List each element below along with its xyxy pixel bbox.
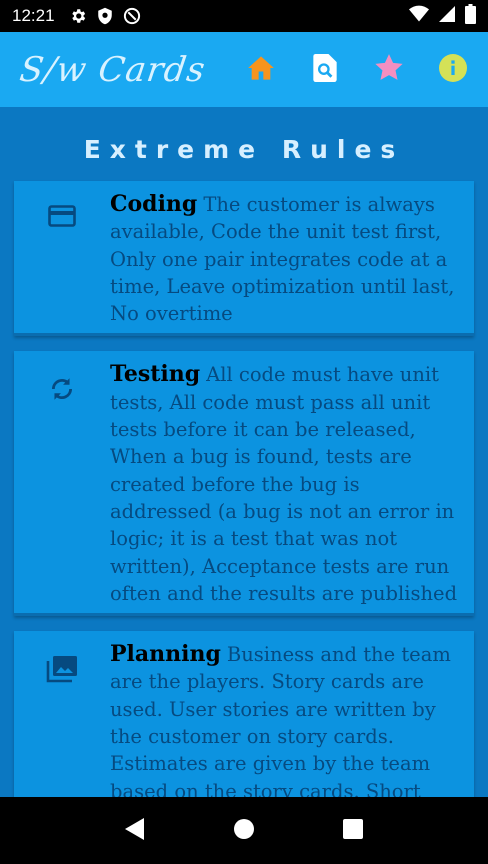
rule-card-coding[interactable]: Coding The customer is always available, …	[14, 181, 474, 337]
wifi-icon	[409, 5, 429, 28]
status-bar: 12:21	[0, 0, 488, 32]
rule-card-planning[interactable]: Planning Business and the team are the pl…	[14, 631, 474, 797]
status-right-icons	[409, 3, 476, 29]
rule-card-testing[interactable]: Testing All code must have unit tests, Al…	[14, 351, 474, 617]
home-circle-icon	[233, 818, 255, 844]
info-icon	[439, 53, 467, 86]
back-button[interactable]	[115, 811, 155, 851]
photo-library-icon	[46, 655, 78, 797]
card-body: Testing All code must have unit tests, Al…	[110, 361, 458, 607]
recents-button[interactable]	[333, 811, 373, 851]
section-title: Extreme Rules	[83, 135, 405, 164]
home-button[interactable]	[246, 55, 276, 85]
card-text: All code must have unit tests, All code …	[110, 363, 458, 605]
info-button[interactable]	[438, 53, 468, 86]
search-document-button[interactable]	[310, 53, 340, 86]
settings-icon	[69, 7, 87, 25]
navigation-bar	[0, 797, 488, 864]
card-icon-container	[14, 361, 110, 607]
card-heading: Coding	[110, 191, 198, 217]
status-time: 12:21	[12, 6, 55, 25]
star-icon	[375, 54, 403, 85]
battery-icon	[465, 3, 476, 29]
credit-card-icon	[48, 205, 76, 327]
app-bar: S/w Cards	[0, 32, 488, 107]
home-icon	[247, 55, 275, 85]
recents-icon	[343, 818, 364, 843]
card-icon-container	[14, 191, 110, 327]
signal-icon	[439, 5, 455, 28]
at-sign-icon	[123, 7, 141, 25]
app-title: S/w Cards	[17, 49, 209, 90]
search-document-icon	[313, 53, 337, 86]
card-heading: Planning	[110, 641, 221, 668]
back-icon	[124, 817, 146, 844]
main-content[interactable]: Extreme Rules Coding The customer is alwa…	[0, 107, 488, 797]
card-icon-container	[14, 641, 110, 797]
app-bar-actions	[246, 53, 468, 86]
card-heading: Testing	[110, 361, 201, 388]
sync-icon	[49, 375, 75, 607]
home-nav-button[interactable]	[224, 811, 264, 851]
card-body: Coding The customer is always available, …	[110, 191, 458, 327]
favorites-button[interactable]	[374, 54, 404, 85]
card-body: Planning Business and the team are the pl…	[110, 641, 458, 797]
shield-icon	[97, 7, 113, 25]
